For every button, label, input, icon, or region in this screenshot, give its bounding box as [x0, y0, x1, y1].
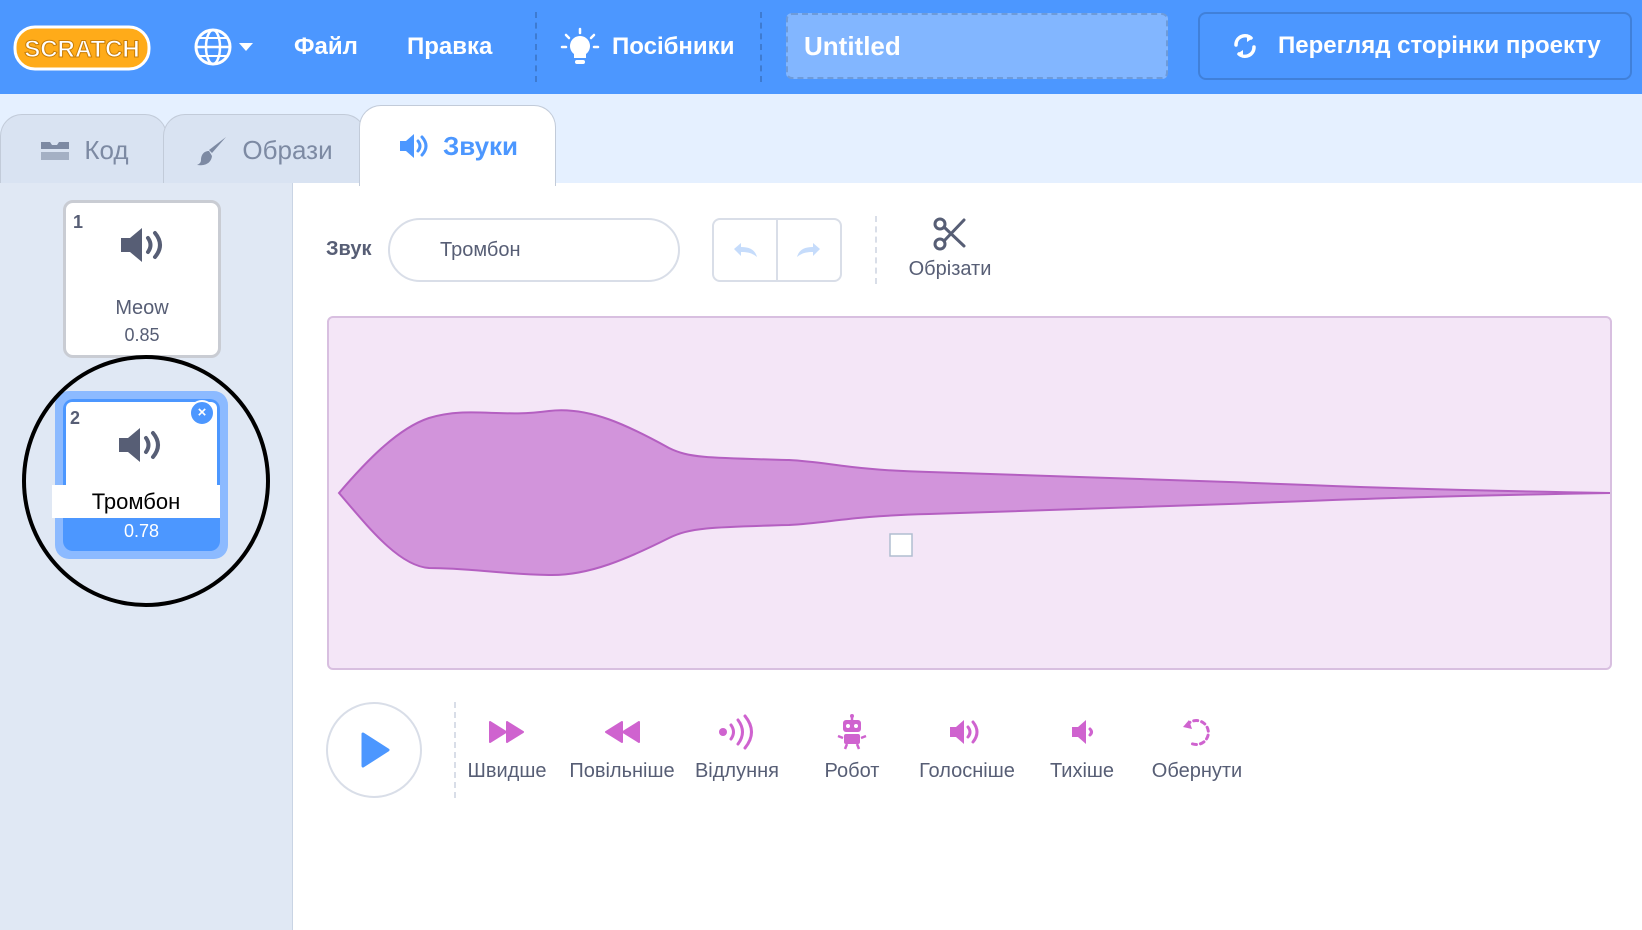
globe-icon: [194, 28, 253, 66]
sound-name: Meow: [115, 297, 169, 319]
effect-label: Голосніше: [919, 760, 1015, 782]
sound-duration: 0.78: [123, 521, 160, 541]
redo-button[interactable]: [776, 220, 840, 280]
code-icon: [41, 141, 70, 160]
effect-faster-button[interactable]: Швидше: [447, 714, 567, 783]
faster-icon: [489, 721, 524, 743]
effect-softer-button[interactable]: Тихіше: [1022, 714, 1142, 783]
scratch-logo[interactable]: SCRATCH: [12, 23, 152, 73]
echo-icon: [719, 714, 753, 750]
play-icon: [361, 732, 390, 768]
sound-name-input[interactable]: [388, 218, 680, 282]
trim-button[interactable]: Обрізати: [905, 216, 995, 286]
toolbar-divider: [875, 216, 877, 284]
effect-label: Обернути: [1151, 760, 1243, 782]
reverse-icon: [1183, 719, 1210, 747]
delete-sound-button[interactable]: ×: [189, 400, 215, 426]
effect-louder-button[interactable]: Голосніше: [907, 714, 1027, 783]
logo-text: SCRATCH: [24, 36, 140, 63]
speaker-icon: [121, 228, 162, 262]
tutorials-label: Посібники: [612, 33, 735, 60]
sound-duration: 0.85: [124, 325, 160, 345]
redo-icon: [797, 243, 820, 257]
file-menu[interactable]: Файл: [294, 0, 358, 94]
slower-icon: [605, 721, 640, 743]
effect-label: Швидше: [467, 760, 547, 782]
tab-sounds[interactable]: Звуки: [359, 105, 556, 186]
louder-icon: [950, 720, 979, 744]
effect-label: Робот: [824, 760, 880, 782]
undo-button[interactable]: [714, 220, 776, 280]
effect-robot-button[interactable]: Робот: [792, 714, 912, 783]
effect-echo-button[interactable]: Відлуння: [677, 714, 797, 783]
undo-icon: [734, 243, 757, 257]
softer-icon: [1072, 720, 1093, 744]
tab-costumes[interactable]: Образи: [163, 114, 366, 186]
effect-label: Тихіше: [1049, 760, 1115, 782]
robot-icon: [837, 714, 867, 750]
see-project-page-button[interactable]: Перегляд сторінки проекту: [1198, 12, 1632, 80]
sound-rename-input[interactable]: [52, 485, 220, 518]
tutorials-button[interactable]: Посібники: [560, 0, 734, 94]
effect-slower-button[interactable]: Повільніше: [562, 714, 682, 783]
edit-menu[interactable]: Правка: [407, 0, 492, 94]
trim-label: Обрізати: [908, 258, 992, 280]
effect-label: Відлуння: [694, 760, 780, 782]
scissors-icon: [933, 217, 966, 251]
waveform-area[interactable]: [327, 316, 1612, 670]
effect-reverse-button[interactable]: Обернути: [1137, 714, 1257, 783]
close-icon: ×: [197, 404, 207, 421]
lightbulb-icon: [560, 27, 600, 64]
project-title-input[interactable]: [786, 13, 1168, 79]
speaker-icon: [399, 134, 428, 158]
sound-index: 1: [73, 212, 84, 232]
menu-bar: SCRATCH Файл Правка Посібники Untitled П…: [0, 0, 1642, 94]
tab-sounds-label: Звуки: [442, 130, 519, 161]
refresh-icon: [1234, 33, 1256, 59]
undo-redo-group: [712, 218, 842, 282]
tab-costumes-label: Образи: [242, 135, 333, 165]
caret-down-icon: [239, 43, 253, 51]
brush-icon: [197, 136, 227, 165]
speaker-icon: [119, 428, 160, 462]
see-project-page-label: Перегляд сторінки проекту: [1278, 32, 1601, 59]
language-menu[interactable]: [193, 27, 259, 67]
playhead-marker: [889, 533, 913, 557]
tab-code-label: Код: [84, 135, 129, 165]
menu-divider: [760, 12, 762, 82]
sound-name-label: Звук: [326, 238, 372, 260]
effect-label: Повільніше: [569, 760, 675, 782]
tab-code[interactable]: Код: [0, 114, 167, 186]
sound-index: 2: [70, 408, 81, 428]
play-button[interactable]: [326, 702, 422, 798]
menu-divider: [535, 12, 537, 82]
waveform: [337, 409, 1611, 577]
sound-item[interactable]: 1 Meow 0.85: [63, 200, 221, 358]
